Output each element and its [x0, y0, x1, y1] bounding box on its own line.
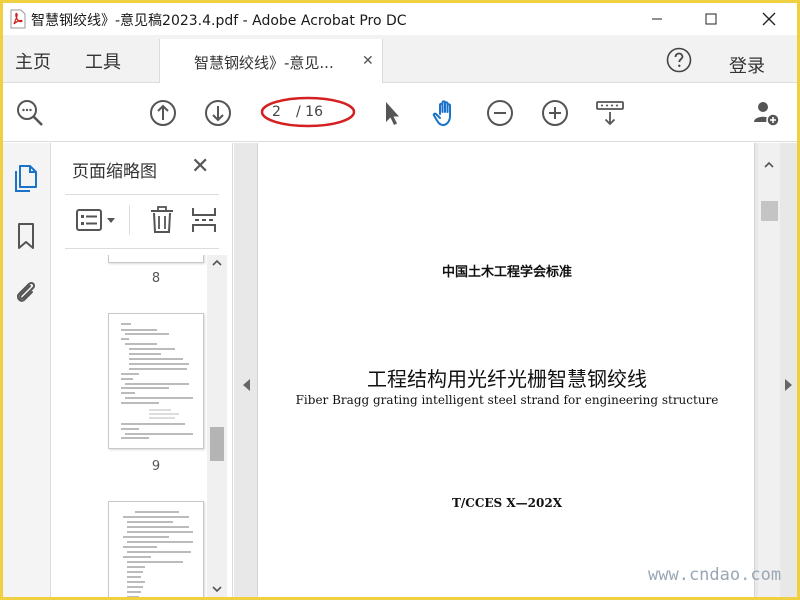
thumbnail-label: 8 [151, 271, 161, 286]
thumbnail-scroll-thumb[interactable] [210, 427, 224, 461]
scroll-up-arrow-icon[interactable] [764, 161, 774, 169]
site-watermark: www.cndao.com [648, 565, 782, 585]
page-thumbnail-9[interactable] [108, 313, 204, 449]
zoom-minus-icon[interactable] [485, 98, 515, 128]
main-toolbar: 2 / 16 [3, 84, 797, 142]
red-annotation-ellipse [260, 96, 356, 128]
minimize-button[interactable] [634, 3, 680, 35]
page-thumbnail-8[interactable] [108, 255, 204, 263]
scroll-mode-icon[interactable] [595, 98, 625, 128]
zoom-out-icon[interactable] [15, 98, 45, 128]
doc-title-cn: 工程结构用光纤光栅智慧钢绞线 [367, 367, 647, 391]
thumbnail-panel: 页面缩略图 ✕ 8 9 [51, 143, 233, 597]
scroll-up-arrow-icon[interactable] [212, 259, 222, 267]
delete-page-icon[interactable] [149, 205, 175, 235]
expand-right-panel-icon[interactable] [784, 378, 794, 392]
toolbar-separator [129, 205, 130, 235]
thumbnail-preview [121, 323, 193, 439]
scroll-down-arrow-icon[interactable] [212, 585, 222, 593]
window-title: 智慧钢绞线》-意见稿2023.4.pdf - Adobe Acrobat Pro… [31, 13, 407, 29]
thumbnail-scrollbar[interactable] [207, 255, 227, 597]
maximize-icon [705, 13, 717, 25]
login-button[interactable]: 登录 [729, 52, 765, 78]
panel-toolbar [51, 199, 233, 243]
doc-code: T/CCES X—202X [451, 496, 563, 510]
tab-close-icon[interactable]: ✕ [362, 53, 374, 69]
hand-tool-icon[interactable] [430, 98, 460, 128]
acrobat-window: 智慧钢绞线》-意见稿2023.4.pdf - Adobe Acrobat Pro… [3, 3, 797, 597]
document-tab-label: 智慧钢绞线》-意见... [194, 54, 334, 72]
menu-tab-bar: 主页 工具 智慧钢绞线》-意见... ✕ 登录 [3, 35, 797, 83]
thumbnail-list: 8 9 [51, 255, 209, 597]
minimize-icon [652, 18, 662, 20]
title-bar: 智慧钢绞线》-意见稿2023.4.pdf - Adobe Acrobat Pro… [3, 3, 797, 35]
zoom-plus-icon[interactable] [540, 98, 570, 128]
document-tab[interactable]: 智慧钢绞线》-意见... ✕ [159, 39, 383, 83]
panel-close-icon[interactable]: ✕ [191, 154, 209, 179]
select-pointer-icon[interactable] [377, 98, 407, 128]
attachment-icon[interactable] [12, 277, 40, 307]
close-icon [762, 12, 776, 26]
page-thumbnail-10[interactable] [108, 501, 204, 597]
page-up-icon[interactable] [148, 98, 178, 128]
thumbnail-options-icon[interactable] [75, 208, 119, 232]
document-viewer: 中国土木工程学会标准 工程结构用光纤光栅智慧钢绞线 Fiber Bragg gr… [234, 143, 797, 597]
panel-title: 页面缩略图 [72, 162, 157, 182]
pdf-page[interactable]: 中国土木工程学会标准 工程结构用光纤光栅智慧钢绞线 Fiber Bragg gr… [257, 143, 755, 597]
thumbnail-preview [123, 511, 193, 597]
home-menu[interactable]: 主页 [15, 48, 51, 74]
page-thumbnails-icon[interactable] [12, 163, 40, 193]
help-icon[interactable] [666, 47, 692, 73]
document-scroll-thumb[interactable] [761, 201, 778, 221]
doc-title-en: Fiber Bragg grating intelligent steel st… [295, 393, 719, 407]
add-user-icon[interactable] [751, 98, 781, 128]
extract-page-icon[interactable] [191, 205, 217, 235]
maximize-button[interactable] [688, 3, 734, 35]
doc-org-name: 中国土木工程学会标准 [441, 265, 572, 280]
acrobat-pdf-icon [10, 9, 26, 29]
page-down-icon[interactable] [203, 98, 233, 128]
panel-divider [65, 194, 219, 195]
right-panel-toggle [780, 143, 797, 597]
document-scrollbar[interactable] [758, 143, 780, 597]
collapse-left-panel-icon[interactable] [241, 378, 251, 392]
tools-menu[interactable]: 工具 [85, 48, 121, 74]
thumbnail-label: 9 [151, 459, 161, 474]
panel-divider [65, 248, 219, 249]
navigation-rail [3, 143, 51, 597]
close-window-button[interactable] [746, 3, 792, 35]
bookmark-icon[interactable] [12, 221, 40, 251]
